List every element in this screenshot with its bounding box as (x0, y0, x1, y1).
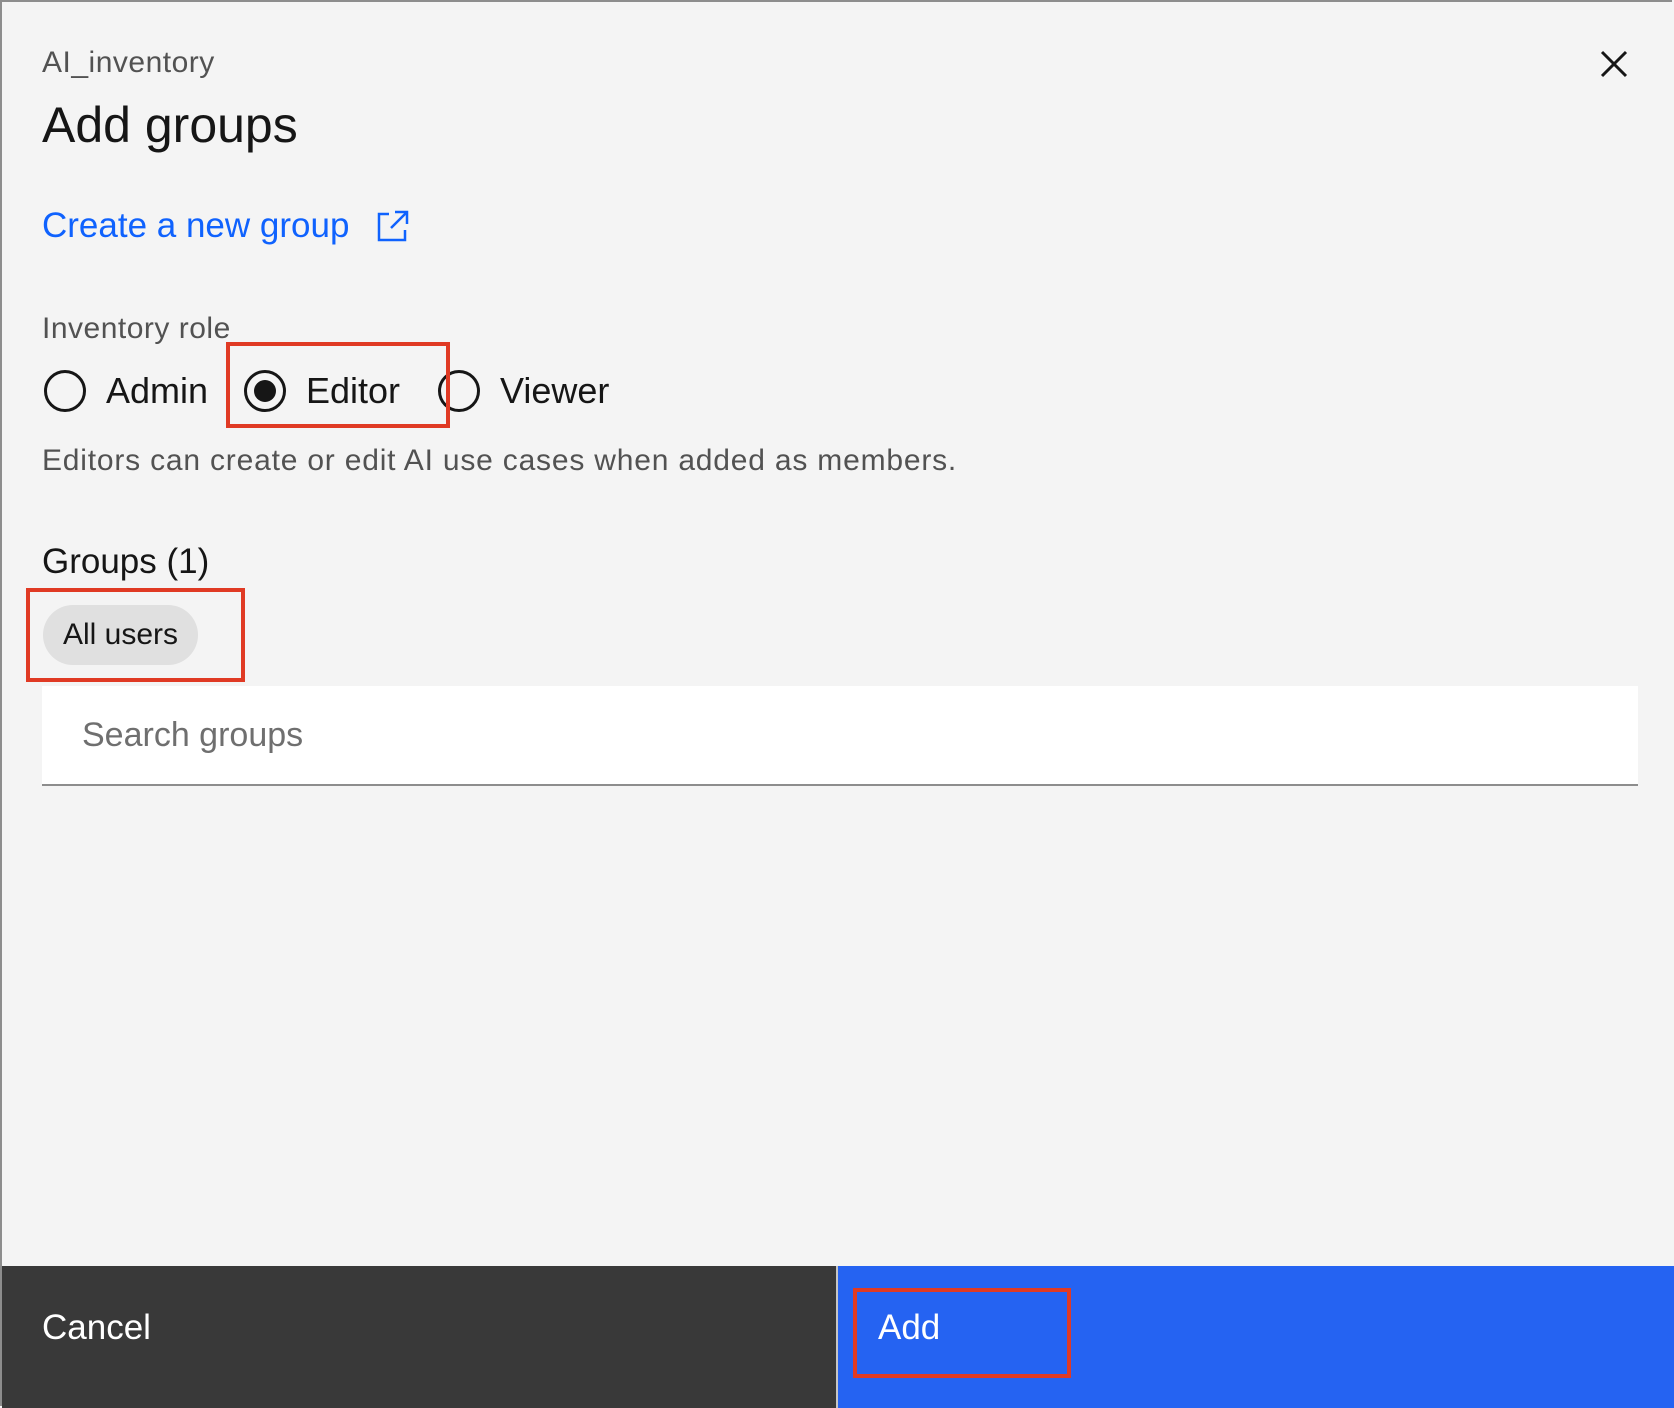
radio-editor-circle[interactable] (244, 370, 286, 412)
add-button[interactable]: Add (838, 1266, 1674, 1408)
groups-heading: Groups (1) (42, 542, 210, 581)
cancel-button[interactable]: Cancel (2, 1266, 838, 1408)
modal-title: Add groups (42, 97, 298, 153)
radio-admin-circle[interactable] (44, 370, 86, 412)
radio-selected-dot (254, 380, 276, 402)
modal-footer: Cancel Add (2, 1266, 1674, 1408)
radio-editor[interactable]: Editor (244, 370, 400, 412)
create-new-group-label: Create a new group (42, 206, 350, 245)
add-groups-modal: AI_inventory Add groups Create a new gro… (0, 0, 1674, 1408)
radio-admin-label: Admin (106, 370, 209, 411)
close-icon[interactable] (1596, 46, 1632, 82)
search-groups-input[interactable] (42, 686, 1638, 786)
inventory-role-label: Inventory role (42, 312, 231, 345)
role-helper-text: Editors can create or edit AI use cases … (42, 444, 958, 477)
radio-admin[interactable]: Admin (44, 370, 208, 412)
group-tag-all-users[interactable]: All users (43, 605, 199, 665)
create-new-group-link[interactable]: Create a new group (42, 206, 411, 246)
radio-editor-label: Editor (306, 370, 401, 411)
modal-eyebrow: AI_inventory (42, 46, 215, 79)
radio-viewer-circle[interactable] (438, 370, 480, 412)
launch-icon (378, 210, 409, 242)
radio-viewer-label: Viewer (500, 370, 610, 411)
radio-viewer[interactable]: Viewer (438, 370, 609, 412)
